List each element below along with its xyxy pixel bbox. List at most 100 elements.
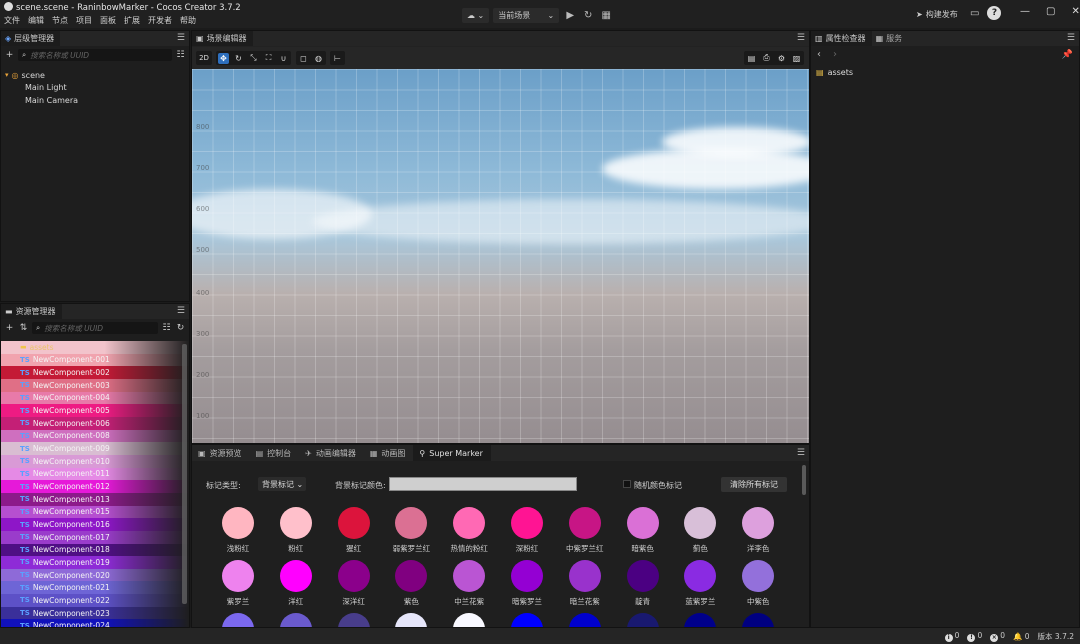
scale-tool-icon[interactable]: ⤡: [248, 53, 259, 64]
asset-item[interactable]: TS NewComponent-001: [1, 353, 189, 367]
asset-item[interactable]: TS NewComponent-005: [1, 404, 189, 417]
tree-node-main-camera[interactable]: Main Camera: [5, 94, 78, 107]
tree-node-scene[interactable]: ▾ ◎ scene: [5, 69, 78, 82]
color-swatch[interactable]: 深粉红: [507, 507, 547, 554]
rect-tool-icon[interactable]: ⛶: [263, 53, 274, 64]
color-circle[interactable]: [568, 507, 601, 539]
color-swatch[interactable]: 热情的粉红: [449, 507, 489, 554]
tree-node-main-light[interactable]: Main Light: [5, 82, 78, 95]
color-swatch[interactable]: [565, 613, 605, 627]
color-swatch[interactable]: 暗紫罗兰: [507, 560, 547, 607]
platform-select[interactable]: ☁ ⌄: [462, 7, 490, 23]
move-tool-icon[interactable]: ✥: [218, 52, 229, 64]
play-icon[interactable]: ▶: [563, 8, 577, 22]
color-swatch[interactable]: 弱紫罗兰红: [391, 507, 431, 554]
asset-item[interactable]: TS NewComponent-024: [1, 619, 189, 627]
color-circle[interactable]: [626, 560, 659, 592]
color-swatch[interactable]: 暗兰花紫: [565, 560, 605, 607]
color-circle[interactable]: [337, 613, 370, 627]
panel-menu-icon[interactable]: ☰: [797, 33, 805, 43]
sort-icon[interactable]: ⇅: [18, 323, 29, 333]
refresh-icon[interactable]: ↻: [175, 323, 186, 333]
layout-icon[interactable]: ▤: [746, 53, 757, 64]
clear-all-markers-button[interactable]: 清除所有标记: [721, 477, 787, 492]
bottom-scrollbar[interactable]: [802, 465, 806, 495]
tab-scene-editor[interactable]: ▣ 场景编辑器: [192, 31, 253, 46]
assets-scrollbar[interactable]: [182, 344, 187, 604]
asset-item[interactable]: TS NewComponent-004: [1, 391, 189, 405]
asset-item[interactable]: TS NewComponent-023: [1, 606, 189, 620]
back-icon[interactable]: ‹: [817, 49, 821, 60]
maximize-icon[interactable]: ▢: [1046, 6, 1055, 17]
local-coord-icon[interactable]: ◻: [298, 53, 309, 64]
align-icon[interactable]: ⊢: [332, 53, 343, 64]
color-circle[interactable]: [395, 507, 428, 539]
rotate-tool-icon[interactable]: ↻: [233, 53, 244, 64]
color-circle[interactable]: [568, 613, 601, 627]
asset-item[interactable]: TS NewComponent-009: [1, 442, 189, 455]
panel-menu-icon[interactable]: ☰: [177, 306, 185, 316]
info-count[interactable]: i0: [944, 631, 959, 642]
color-circle[interactable]: [453, 613, 486, 627]
asset-item[interactable]: TS NewComponent-020: [1, 568, 189, 582]
magnet-tool-icon[interactable]: ∪: [278, 53, 289, 64]
chevron-down-icon[interactable]: ▾: [5, 71, 9, 79]
color-swatch[interactable]: 粉红: [276, 507, 316, 554]
build-publish-button[interactable]: ➤ 构建发布: [916, 7, 958, 22]
asset-item[interactable]: TS NewComponent-006: [1, 416, 189, 430]
asset-item[interactable]: TS NewComponent-015: [1, 505, 189, 519]
tab-animation-editor[interactable]: ✈ 动画编辑器: [299, 445, 364, 461]
forward-icon[interactable]: ›: [833, 49, 837, 60]
list-sort-icon[interactable]: ☷: [161, 323, 172, 333]
color-circle[interactable]: [279, 507, 312, 539]
asset-item[interactable]: TS NewComponent-019: [1, 556, 189, 569]
warn-count[interactable]: ! 0: [967, 631, 982, 642]
add-icon[interactable]: +: [4, 323, 15, 333]
bg-color-picker[interactable]: [389, 477, 577, 491]
notify-count[interactable]: 🔔 0: [1013, 632, 1030, 641]
asset-item[interactable]: TS NewComponent-016: [1, 518, 189, 531]
color-swatch[interactable]: 深洋红: [334, 560, 374, 607]
close-icon[interactable]: ✕: [1071, 6, 1079, 17]
asset-item[interactable]: TS NewComponent-003: [1, 378, 189, 392]
color-circle[interactable]: [222, 613, 254, 627]
menu-panel[interactable]: 面板: [100, 15, 116, 26]
add-icon[interactable]: +: [4, 50, 15, 60]
color-swatch[interactable]: 洋李色: [738, 507, 778, 554]
color-circle[interactable]: [511, 560, 543, 592]
menu-node[interactable]: 节点: [52, 15, 68, 26]
settings-icon[interactable]: ⚙: [776, 53, 787, 64]
panel-menu-icon[interactable]: ☰: [797, 448, 805, 458]
color-circle[interactable]: [742, 560, 775, 592]
color-circle[interactable]: [222, 507, 254, 539]
grid-icon[interactable]: ▦: [599, 8, 613, 22]
color-circle[interactable]: [222, 560, 254, 592]
color-circle[interactable]: [337, 507, 370, 539]
color-circle[interactable]: [742, 613, 775, 627]
color-circle[interactable]: [684, 613, 717, 627]
color-swatch[interactable]: 中紫罗兰红: [565, 507, 605, 554]
marker-type-select[interactable]: 背景标记 ⌄: [258, 477, 306, 491]
color-swatch[interactable]: [680, 613, 720, 627]
menu-project[interactable]: 项目: [76, 15, 92, 26]
color-circle[interactable]: [279, 560, 312, 592]
color-circle[interactable]: [568, 560, 601, 592]
minimize-icon[interactable]: —: [1020, 6, 1030, 17]
menu-extension[interactable]: 扩展: [124, 15, 140, 26]
random-color-checkbox[interactable]: [623, 480, 631, 488]
asset-item[interactable]: TS NewComponent-017: [1, 530, 189, 544]
menu-edit[interactable]: 编辑: [28, 15, 44, 26]
color-circle[interactable]: [684, 507, 717, 539]
help-icon[interactable]: ?: [987, 6, 1002, 20]
color-swatch[interactable]: [276, 613, 316, 627]
color-swatch[interactable]: [334, 613, 374, 627]
list-sort-icon[interactable]: ☷: [175, 50, 186, 60]
refresh-icon[interactable]: ↻: [581, 8, 595, 22]
asset-item[interactable]: TS NewComponent-002: [1, 366, 189, 379]
asset-item[interactable]: TS NewComponent-021: [1, 581, 189, 595]
tab-super-marker[interactable]: ⚲ Super Marker: [413, 445, 491, 461]
color-circle[interactable]: [511, 613, 543, 627]
color-swatch[interactable]: [623, 613, 663, 627]
color-swatch[interactable]: 浅粉红: [218, 507, 258, 554]
color-swatch[interactable]: 紫色: [391, 560, 431, 607]
